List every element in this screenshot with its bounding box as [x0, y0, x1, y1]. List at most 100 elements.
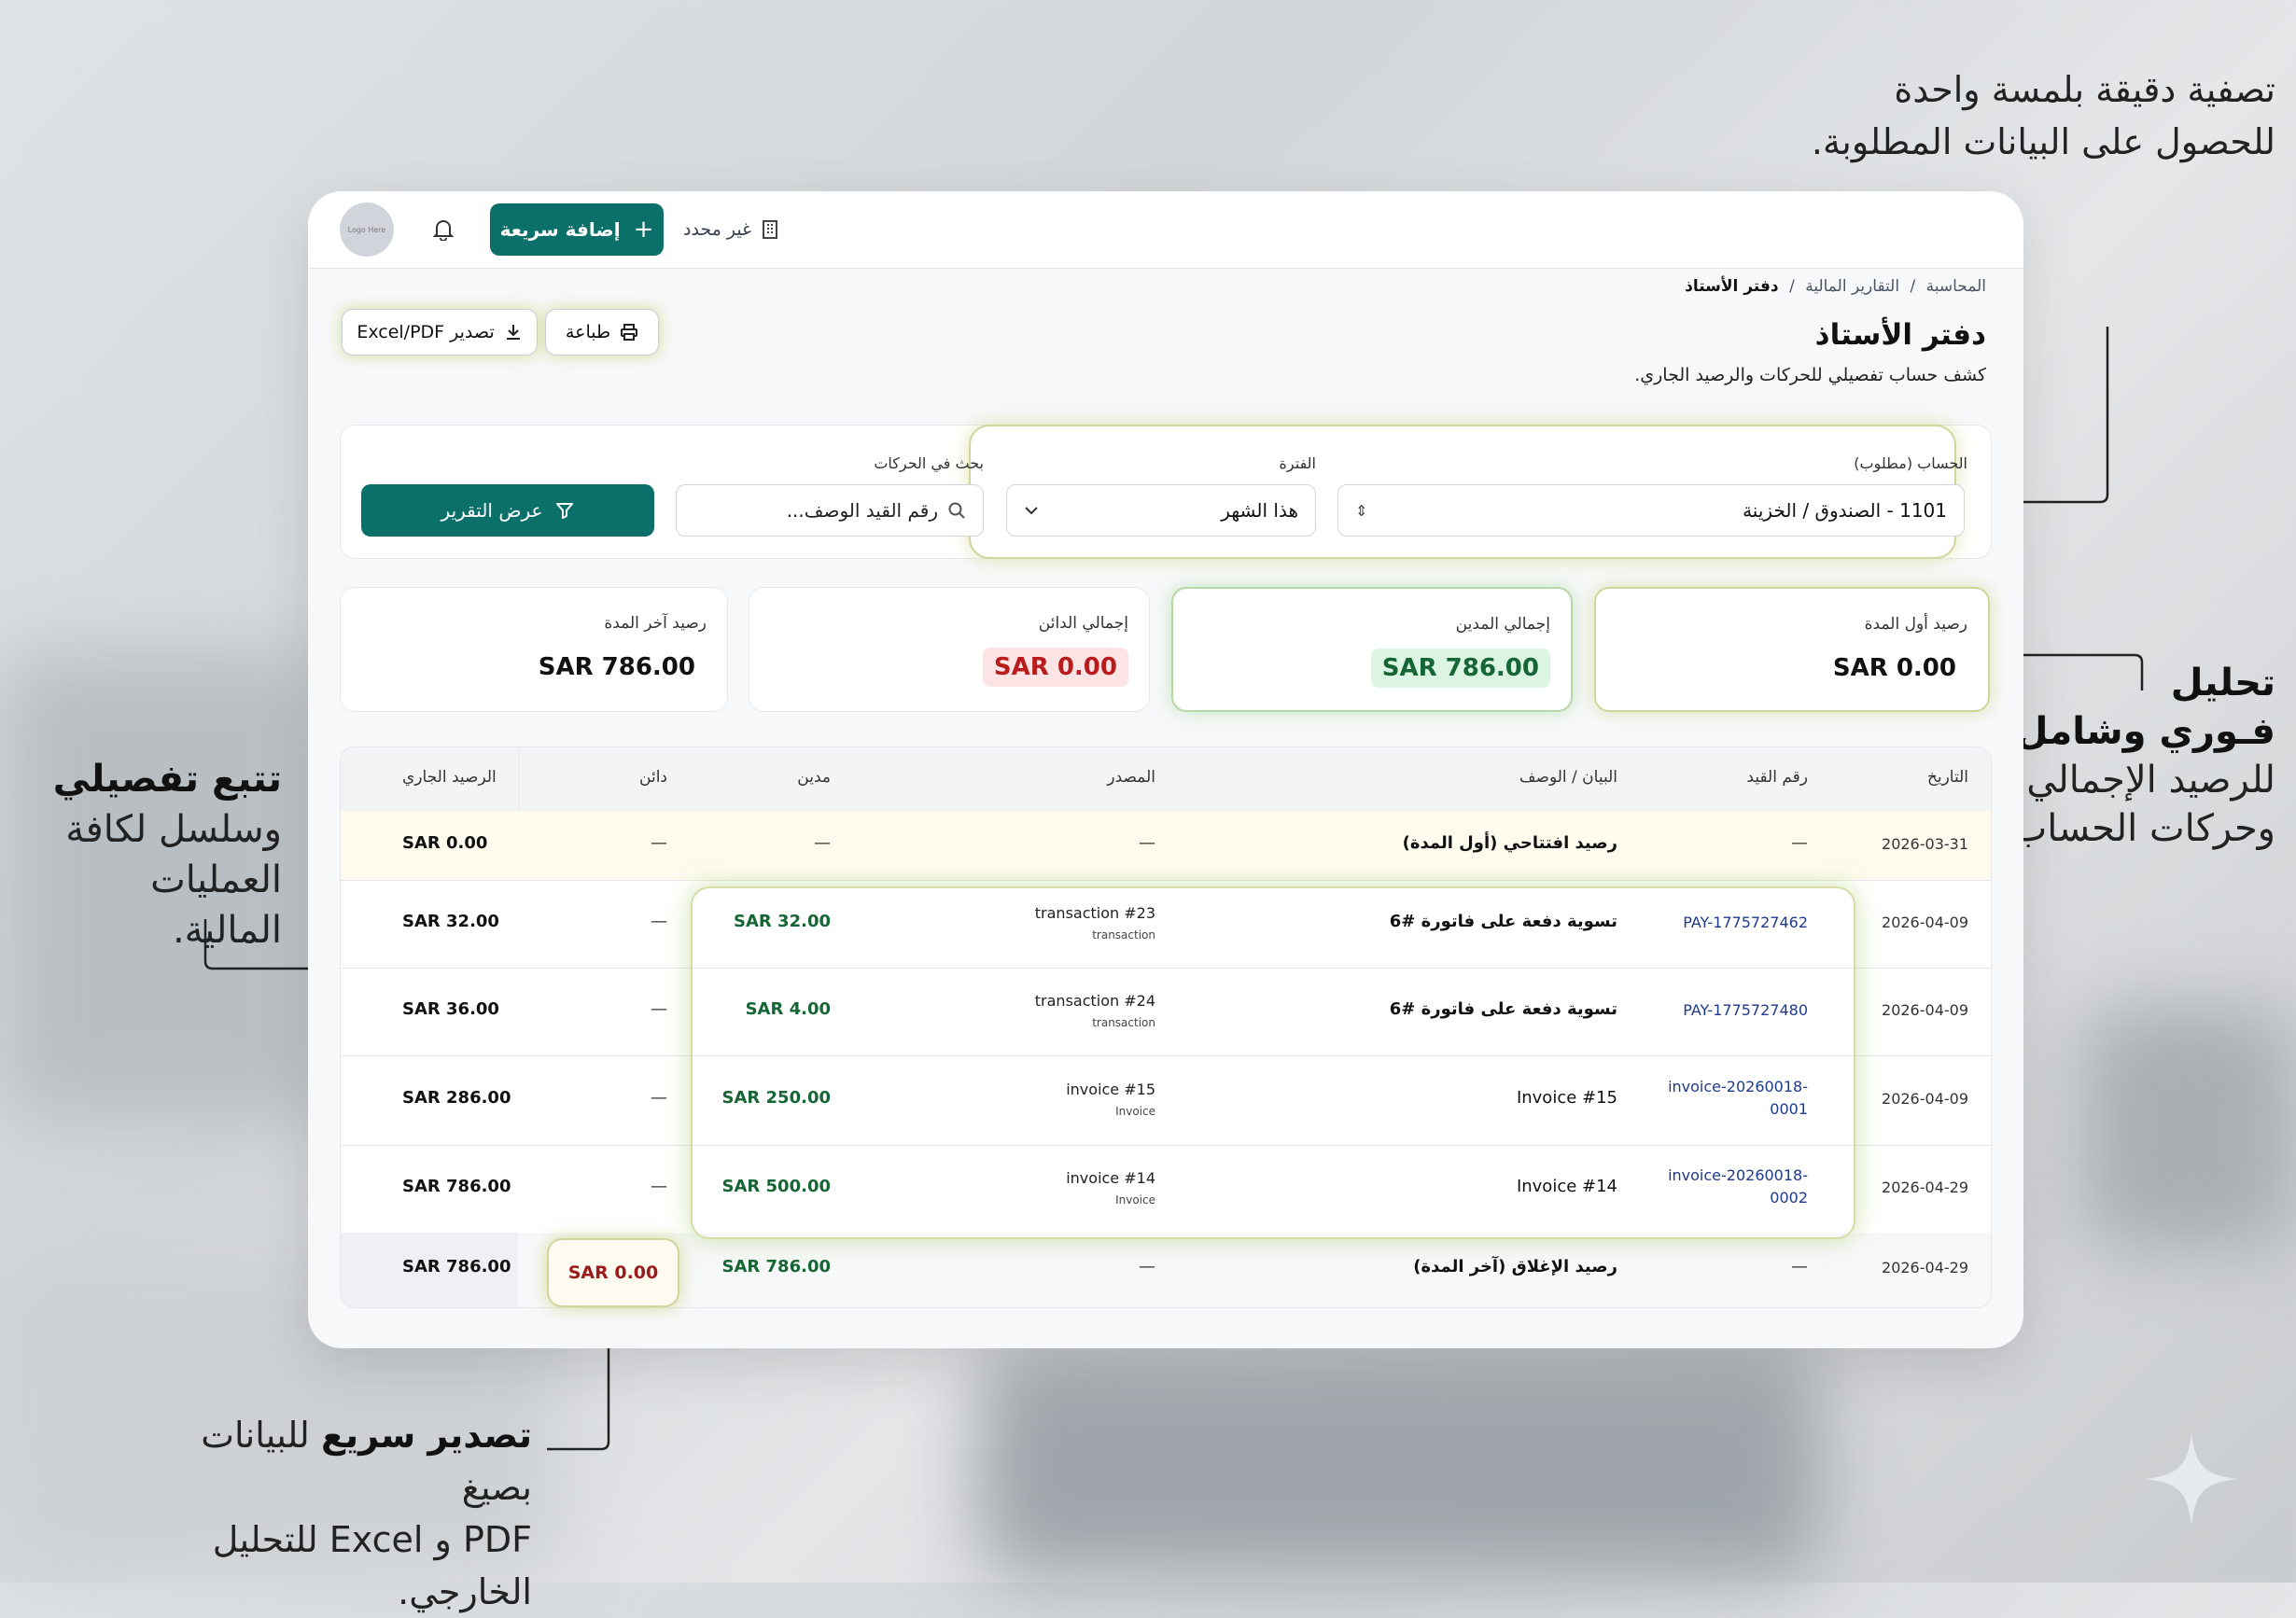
company-selector[interactable]: غير محدد — [683, 214, 779, 245]
breadcrumb-current: دفتر الأستاذ — [1685, 277, 1779, 296]
cell-source-type: transaction — [1092, 928, 1155, 942]
closing-credit-highlight: SAR 0.00 — [547, 1238, 679, 1307]
avatar[interactable]: Logo Here — [340, 202, 394, 257]
cell-date: 2026-04-09 — [1882, 1001, 1968, 1019]
stat-opening-balance: رصيد أول المدة SAR 0.00 — [1594, 587, 1990, 712]
header-credit: دائن — [639, 768, 667, 787]
show-report-button[interactable]: عرض التقرير — [361, 484, 654, 537]
cell-debit: — — [814, 833, 831, 853]
cell-source: invoice #15 — [1066, 1081, 1155, 1098]
stat-label: رصيد أول المدة — [1864, 615, 1967, 634]
cell-entry: — — [1791, 1257, 1808, 1276]
filter-icon — [556, 503, 574, 519]
cell-entry-link[interactable]: invoice-20260018- — [1668, 1166, 1808, 1184]
bell-icon[interactable] — [427, 214, 459, 245]
header-source: المصدر — [1107, 768, 1155, 787]
stat-value: SAR 0.00 — [1832, 654, 1956, 682]
table-row-opening: 2026-03-31 — رصيد افتتاحي (أول المدة) — … — [341, 811, 1991, 881]
cell-entry-link-2[interactable]: 0001 — [1770, 1100, 1808, 1118]
show-report-label: عرض التقرير — [441, 499, 543, 522]
breadcrumb-financial-reports[interactable]: التقارير المالية — [1805, 277, 1899, 296]
top-bar: Logo Here + إضافة سريعة غير محدد — [308, 191, 2023, 269]
print-label: طباعة — [565, 322, 611, 342]
cell-entry-link[interactable]: PAY-1775727462 — [1683, 914, 1808, 931]
print-button[interactable]: طباعة — [545, 309, 659, 356]
cell-date: 2026-04-09 — [1882, 1090, 1968, 1108]
cell-desc: Invoice #14 — [1516, 1177, 1617, 1196]
cell-desc: Invoice #15 — [1516, 1088, 1617, 1108]
table-row[interactable]: 2026-04-09 PAY-1775727480 تسوية دفعة على… — [341, 968, 1991, 1056]
search-label: بحث في الحركات — [874, 454, 984, 472]
header-balance: الرصيد الجاري — [402, 768, 497, 787]
cell-date: 2026-04-29 — [1882, 1179, 1968, 1196]
table-row[interactable]: 2026-04-09 PAY-1775727462 تسوية دفعة على… — [341, 880, 1991, 969]
cell-balance: SAR 286.00 — [402, 1088, 511, 1108]
search-placeholder: رقم القيد الوصف... — [786, 499, 938, 522]
background-blur — [980, 1353, 1820, 1577]
page-title: دفتر الأستاذ — [1814, 318, 1986, 352]
cell-debit: SAR 786.00 — [721, 1257, 831, 1276]
cell-desc: تسوية دفعة على فاتورة #6 — [1389, 912, 1617, 931]
account-select[interactable]: 1101 - الصندوق / الخزينة ⇕ — [1337, 484, 1965, 537]
app-window: Logo Here + إضافة سريعة غير محدد المحاسب… — [308, 191, 2023, 1348]
updown-icon: ⇕ — [1355, 501, 1368, 520]
cell-debit: SAR 4.00 — [745, 999, 831, 1019]
cell-source: transaction #23 — [1034, 904, 1155, 922]
cell-credit: — — [651, 1177, 667, 1196]
search-input[interactable]: رقم القيد الوصف... — [676, 484, 984, 537]
cell-debit: SAR 250.00 — [721, 1088, 831, 1108]
breadcrumb-separator: / — [1789, 277, 1795, 296]
export-button[interactable]: تصدير Excel/PDF — [342, 309, 538, 356]
cell-date: 2026-03-31 — [1882, 835, 1968, 853]
stat-value: SAR 0.00 — [982, 648, 1128, 687]
sparkle-icon — [2145, 1432, 2238, 1526]
quick-add-label: إضافة سريعة — [499, 218, 621, 241]
period-label: الفترة — [1279, 454, 1316, 472]
breadcrumb-separator: / — [1910, 277, 1916, 296]
cell-debit: SAR 32.00 — [734, 912, 831, 931]
table-row[interactable]: 2026-04-09 invoice-20260018- 0001 Invoic… — [341, 1055, 1991, 1146]
cell-source-type: Invoice — [1115, 1193, 1155, 1207]
cell-entry-link-2[interactable]: 0002 — [1770, 1189, 1808, 1207]
stat-closing-balance: رصيد آخر المدة SAR 786.00 — [340, 587, 728, 712]
ledger-table: التاريخ رقم القيد البيان / الوصف المصدر … — [340, 746, 1992, 1308]
stat-total-credit: إجمالي الدائن SAR 0.00 — [749, 587, 1150, 712]
account-label: الحساب (مطلوب) — [1854, 454, 1967, 472]
cell-source: transaction #24 — [1034, 992, 1155, 1010]
stat-label: إجمالي الدائن — [1038, 614, 1128, 633]
cell-source: — — [1139, 1257, 1155, 1276]
cell-entry-link[interactable]: PAY-1775727480 — [1683, 1001, 1808, 1019]
header-entry: رقم القيد — [1746, 768, 1808, 787]
cell-entry-link[interactable]: invoice-20260018- — [1668, 1078, 1808, 1095]
quick-add-button[interactable]: + إضافة سريعة — [490, 203, 664, 256]
cell-source: — — [1139, 833, 1155, 853]
table-header: التاريخ رقم القيد البيان / الوصف المصدر … — [341, 747, 1991, 812]
cell-credit: — — [651, 999, 667, 1019]
header-date: التاريخ — [1926, 768, 1968, 787]
cell-credit: — — [651, 1088, 667, 1108]
header-debit: مدين — [797, 768, 831, 787]
cell-balance: SAR 32.00 — [402, 912, 499, 931]
annotation-filter: تصفية دقيقة بلمسة واحدة للحصول على البيا… — [1811, 69, 2275, 162]
stat-total-debit: إجمالي المدين SAR 786.00 — [1171, 587, 1573, 712]
cell-balance: SAR 786.00 — [402, 1257, 511, 1276]
period-select[interactable]: هذا الشهر — [1006, 484, 1316, 537]
export-label: تصدير Excel/PDF — [357, 322, 495, 342]
cell-desc: رصيد افتتاحي (أول المدة) — [1402, 833, 1617, 853]
background-blur — [2081, 1008, 2296, 1250]
cell-credit: — — [651, 912, 667, 931]
page-subtitle: كشف حساب تفصيلي للحركات والرصيد الجاري. — [1634, 365, 1986, 385]
cell-balance: SAR 786.00 — [402, 1177, 511, 1196]
chevron-down-icon — [1025, 507, 1038, 515]
plus-icon: + — [633, 216, 654, 244]
breadcrumb-accounting[interactable]: المحاسبة — [1926, 277, 1986, 296]
annotation-export: تصدير سريع للبيانات بصيغ PDF و Excel للت… — [201, 1415, 532, 1612]
table-row[interactable]: 2026-04-29 invoice-20260018- 0002 Invoic… — [341, 1145, 1991, 1234]
period-value: هذا الشهر — [1221, 499, 1298, 522]
stat-value: SAR 786.00 — [538, 653, 695, 681]
cell-balance: SAR 36.00 — [402, 999, 499, 1019]
cell-debit: SAR 500.00 — [721, 1177, 831, 1196]
cell-credit: — — [651, 833, 667, 853]
search-icon — [948, 502, 965, 519]
company-label: غير محدد — [683, 219, 752, 240]
